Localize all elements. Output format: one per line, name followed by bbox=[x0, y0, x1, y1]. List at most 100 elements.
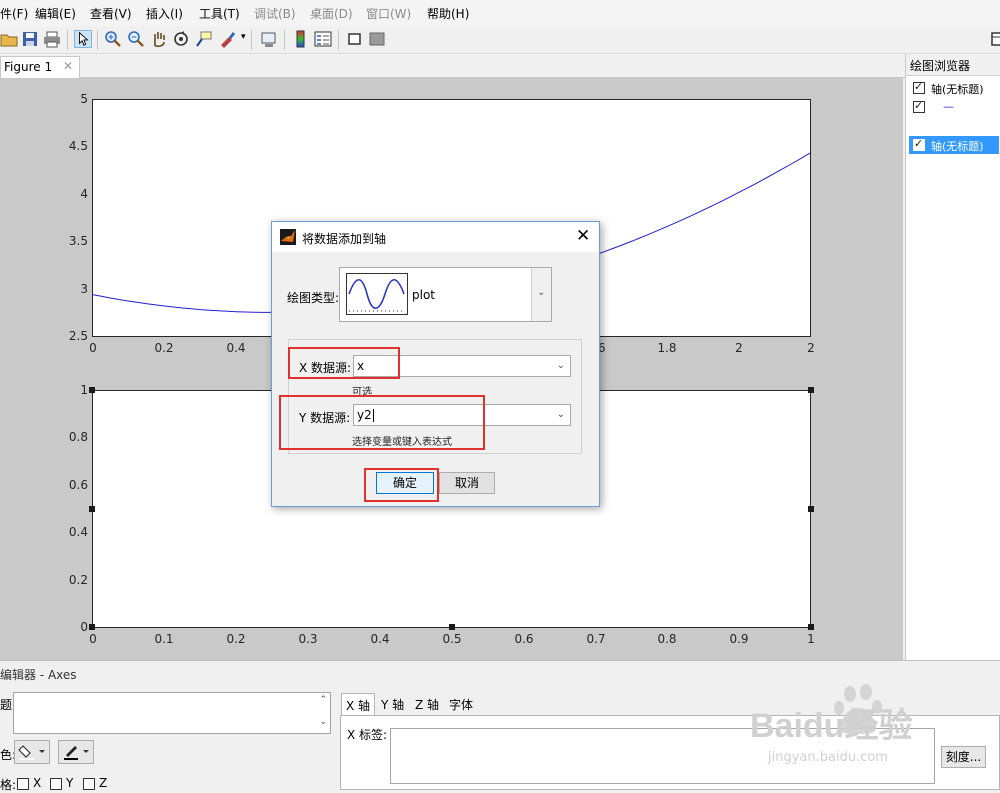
watermark-url: jingyan.baidu.com bbox=[768, 750, 888, 765]
menu-debug[interactable]: 调试(B) bbox=[254, 5, 296, 22]
legend-icon[interactable] bbox=[314, 30, 332, 48]
open-icon[interactable] bbox=[0, 30, 18, 48]
grid-y-checkbox[interactable] bbox=[50, 778, 62, 790]
toolbar-separator bbox=[284, 30, 285, 50]
link-icon[interactable] bbox=[260, 30, 278, 48]
highlight-x-source bbox=[288, 347, 400, 379]
plot-browser-item[interactable]: 轴(无标题) bbox=[909, 136, 999, 154]
line-swatch-icon: — bbox=[943, 100, 954, 113]
y-tick-label: 5 bbox=[80, 92, 88, 106]
colorbar-icon[interactable] bbox=[292, 30, 310, 48]
menu-insert[interactable]: 插入(I) bbox=[146, 5, 183, 22]
resize-handle[interactable] bbox=[449, 624, 455, 630]
scroll-down-icon[interactable]: ⌄ bbox=[319, 717, 327, 727]
brush-icon[interactable] bbox=[218, 30, 236, 48]
grid-y-label: Y bbox=[66, 776, 74, 790]
tab-label: Figure 1 bbox=[4, 60, 53, 74]
document-tab-strip bbox=[0, 54, 905, 78]
toolbar-separator bbox=[97, 30, 98, 50]
tab-z-axis[interactable]: Z 轴 bbox=[411, 693, 443, 715]
show-tools-icon[interactable] bbox=[368, 30, 386, 48]
menu-tools[interactable]: 工具(T) bbox=[199, 5, 240, 22]
checkbox[interactable] bbox=[913, 80, 925, 94]
resize-handle[interactable] bbox=[808, 624, 814, 630]
brush-dropdown-icon[interactable]: ▾ bbox=[241, 32, 246, 42]
plot-browser-item[interactable]: 轴(无标题) bbox=[909, 79, 999, 97]
tab-font[interactable]: 字体 bbox=[445, 693, 477, 715]
plot-browser-item[interactable]: — bbox=[909, 98, 999, 116]
x-tick-label: 0.2 bbox=[226, 632, 246, 646]
highlight-ok-button bbox=[364, 468, 439, 502]
checkbox[interactable] bbox=[913, 99, 925, 113]
dialog-title: 将数据添加到轴 bbox=[302, 232, 387, 246]
chevron-down-icon[interactable]: ⌄ bbox=[557, 409, 565, 420]
edge-color-button[interactable] bbox=[58, 740, 94, 764]
tab-y-axis[interactable]: Y 轴 bbox=[377, 693, 408, 715]
toolbar-separator bbox=[251, 30, 252, 50]
resize-handle[interactable] bbox=[89, 624, 95, 630]
plot-type-dropdown[interactable]: ⌄ bbox=[531, 268, 551, 321]
toolbar: ▾ bbox=[0, 26, 1000, 54]
title-input[interactable]: ⌃ ⌄ bbox=[13, 692, 331, 734]
y-tick-label: 4.5 bbox=[68, 139, 88, 153]
scroll-up-icon[interactable]: ⌃ bbox=[319, 695, 327, 705]
tab-x-axis[interactable]: X 轴 bbox=[341, 693, 376, 715]
y-tick-label: 1 bbox=[80, 383, 88, 397]
data-cursor-icon[interactable] bbox=[195, 30, 213, 48]
x-tick-label: 1.8 bbox=[657, 341, 677, 355]
resize-handle[interactable] bbox=[89, 387, 95, 393]
x-tick-label: 1 bbox=[807, 632, 815, 646]
pan-icon[interactable] bbox=[150, 30, 168, 48]
sine-plot-thumbnail-icon bbox=[346, 273, 408, 315]
x-tick-label: 0.2 bbox=[154, 341, 174, 355]
resize-handle[interactable] bbox=[808, 387, 814, 393]
grid-x-checkbox[interactable] bbox=[17, 778, 29, 790]
close-icon[interactable]: ✕ bbox=[63, 59, 73, 73]
grid-z-label: Z bbox=[99, 776, 108, 790]
pointer-icon[interactable] bbox=[74, 30, 92, 48]
x-tick-label: 0.5 bbox=[442, 632, 462, 646]
menu-file[interactable]: 件(F) bbox=[0, 5, 28, 22]
print-icon[interactable] bbox=[43, 30, 61, 48]
plot-type-value: plot bbox=[412, 288, 435, 302]
menu-help[interactable]: 帮助(H) bbox=[427, 5, 469, 22]
y-tick-label: 4 bbox=[80, 187, 88, 201]
x-tick-label: 2 bbox=[735, 341, 743, 355]
checkbox[interactable] bbox=[913, 137, 925, 151]
rotate-icon[interactable] bbox=[172, 30, 190, 48]
x-tick-label: 0.8 bbox=[657, 632, 677, 646]
menu-desktop[interactable]: 桌面(D) bbox=[310, 5, 353, 22]
watermark-brand: Baidu经验 bbox=[750, 707, 913, 745]
menu-view[interactable]: 查看(V) bbox=[90, 5, 132, 22]
resize-handle[interactable] bbox=[89, 506, 95, 512]
y-tick-label: 0.4 bbox=[68, 525, 88, 539]
plot-type-select[interactable]: plot ⌄ bbox=[339, 267, 552, 322]
grid-z-checkbox[interactable] bbox=[83, 778, 95, 790]
plot-browser-header: 绘图浏览器 bbox=[906, 54, 1000, 76]
y-tick-label: 0.2 bbox=[68, 573, 88, 587]
cancel-button[interactable]: 取消 bbox=[439, 472, 495, 494]
x-tick-label: 0.4 bbox=[370, 632, 390, 646]
resize-handle[interactable] bbox=[808, 506, 814, 512]
pen-icon bbox=[64, 746, 89, 760]
highlight-y-source bbox=[279, 395, 485, 450]
zoom-in-icon[interactable] bbox=[104, 30, 122, 48]
hide-tools-icon[interactable] bbox=[346, 30, 364, 48]
zoom-out-icon[interactable] bbox=[127, 30, 145, 48]
menu-window[interactable]: 窗口(W) bbox=[366, 5, 411, 22]
y-tick-label: 0.6 bbox=[68, 478, 88, 492]
menu-bar: 件(F) 编辑(E) 查看(V) 插入(I) 工具(T) 调试(B) 桌面(D)… bbox=[0, 0, 1000, 26]
undock-icon[interactable] bbox=[990, 30, 1000, 48]
menu-edit[interactable]: 编辑(E) bbox=[35, 5, 76, 22]
dialog-titlebar[interactable]: 将数据添加到轴 ✕ bbox=[272, 222, 599, 252]
chevron-down-icon[interactable]: ⌄ bbox=[557, 360, 565, 371]
fill-color-button[interactable] bbox=[14, 740, 50, 764]
x-tick-label: 0.4 bbox=[226, 341, 246, 355]
close-icon[interactable]: ✕ bbox=[576, 226, 590, 246]
chevron-down-icon: ⌄ bbox=[537, 287, 546, 298]
x-tick-label: 2 bbox=[807, 341, 815, 355]
tab-figure-1[interactable]: Figure 1 ✕ bbox=[0, 56, 80, 78]
x-tick-label: 0.9 bbox=[729, 632, 749, 646]
x-tick-label: 0 bbox=[89, 632, 97, 646]
save-icon[interactable] bbox=[21, 30, 39, 48]
